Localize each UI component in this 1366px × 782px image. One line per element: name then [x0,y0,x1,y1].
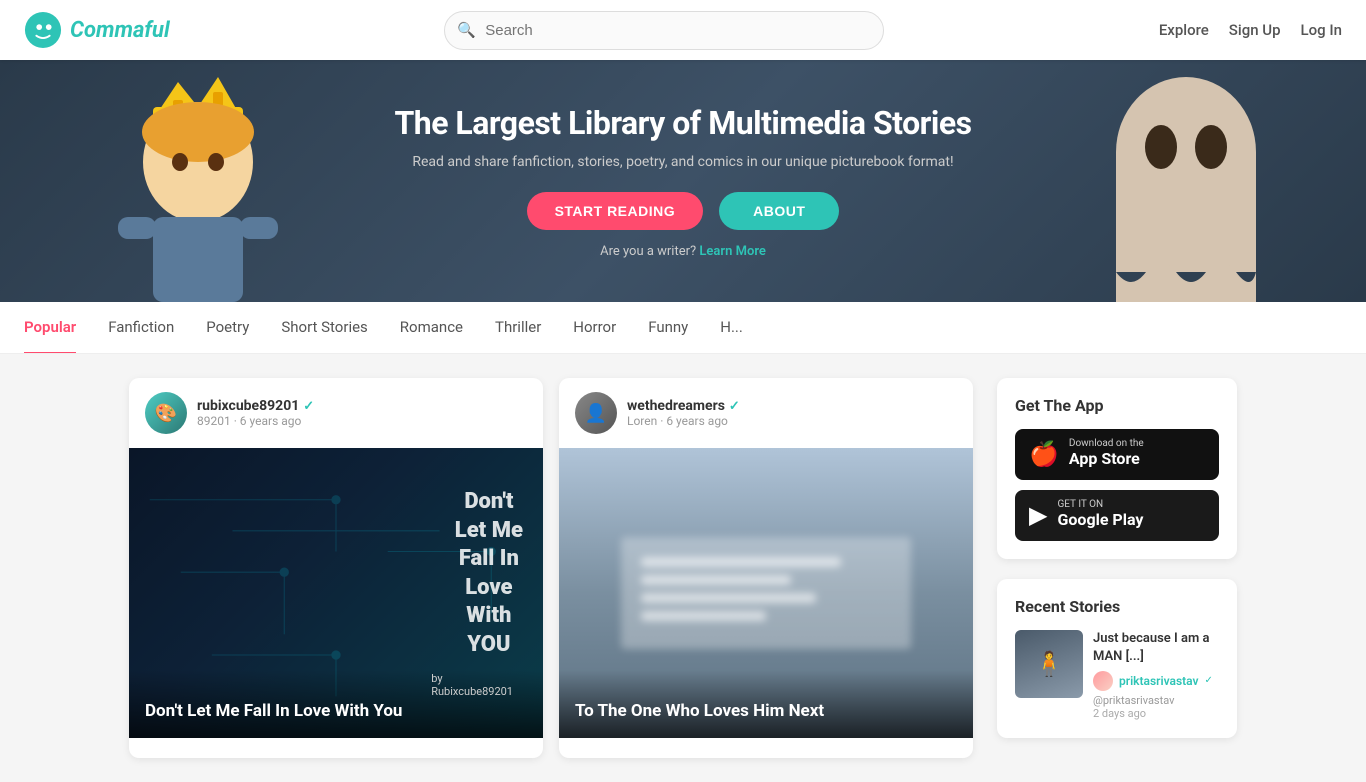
writer-prompt: Are you a writer? Learn More [394,244,971,259]
logo-text: Commaful [70,18,170,43]
card-meta-2: Loren · 6 years ago [627,414,957,428]
recent-verified-badge: ✓ [1205,675,1213,686]
stories-area: 🎨 rubixcube89201 ✓ 89201 · 6 years ago [129,378,973,758]
recent-author-name: priktasrivastav [1119,674,1199,688]
recent-avatar [1093,671,1113,691]
header-nav: Explore Sign Up Log In [1159,21,1342,39]
story-image-1[interactable]: Don't Let Me Fall In Love With You Don't… [129,448,543,738]
app-store-button[interactable]: 🍎 Download on the App Store [1015,429,1219,480]
avatar-2: 👤 [575,392,617,434]
story-card-1: 🎨 rubixcube89201 ✓ 89201 · 6 years ago [129,378,543,758]
sidebar: Get The App 🍎 Download on the App Store … [997,378,1237,758]
search-input[interactable] [444,11,884,50]
category-romance[interactable]: Romance [400,302,463,354]
logo[interactable]: Commaful [24,11,170,49]
search-bar: 🔍 [444,11,884,50]
card-header-1: 🎨 rubixcube89201 ✓ 89201 · 6 years ago [129,378,543,448]
recent-handle: @priktasrivastav [1093,694,1219,707]
verified-badge-2: ✓ [729,399,740,414]
category-nav: Popular Fanfiction Poetry Short Stories … [0,302,1366,354]
category-poetry[interactable]: Poetry [206,302,249,354]
card-meta-1: 89201 · 6 years ago [197,414,527,428]
hero-content: The Largest Library of Multimedia Storie… [394,104,971,259]
start-reading-button[interactable]: START READING [527,192,704,230]
apple-icon: 🍎 [1029,440,1059,468]
explore-link[interactable]: Explore [1159,21,1209,39]
hero-buttons: START READING ABOUT [394,192,971,230]
recent-story-title: Just because I am a MAN [...] [1093,630,1219,666]
app-download-section: Get The App 🍎 Download on the App Store … [997,378,1237,559]
username-1: rubixcube89201 ✓ [197,398,527,414]
story-image-2[interactable]: To The One Who Loves Him Next [559,448,973,738]
recent-stories-title: Recent Stories [1015,597,1219,616]
google-play-button[interactable]: ▶ GET IT ON Google Play [1015,490,1219,541]
login-link[interactable]: Log In [1301,21,1342,39]
main-content: 🎨 rubixcube89201 ✓ 89201 · 6 years ago [113,378,1253,758]
category-thriller[interactable]: Thriller [495,302,541,354]
hero-title: The Largest Library of Multimedia Storie… [394,104,971,142]
app-section-title: Get The App [1015,396,1219,415]
header: Commaful 🔍 Explore Sign Up Log In [0,0,1366,60]
recent-story-item[interactable]: 🧍 Just because I am a MAN [...] priktasr… [1015,630,1219,720]
category-horror[interactable]: Horror [573,302,616,354]
verified-badge-1: ✓ [303,399,314,414]
recent-thumb: 🧍 [1015,630,1083,698]
category-short-stories[interactable]: Short Stories [281,302,367,354]
recent-time: 2 days ago [1093,707,1219,720]
category-fanfiction[interactable]: Fanfiction [108,302,174,354]
hero-banner: The Largest Library of Multimedia Storie… [0,60,1366,302]
logo-icon [24,11,62,49]
learn-more-link[interactable]: Learn More [699,244,765,259]
recent-stories-section: Recent Stories 🧍 Just because I am a MAN… [997,579,1237,738]
username-2: wethedreamers ✓ [627,398,957,414]
hero-subtitle: Read and share fanfiction, stories, poet… [394,154,971,170]
category-more[interactable]: H... [720,302,743,354]
avatar-1: 🎨 [145,392,187,434]
princess-character [98,62,298,302]
story-title-2: To The One Who Loves Him Next [559,670,973,738]
card-header-2: 👤 wethedreamers ✓ Loren · 6 years ago [559,378,973,448]
category-popular[interactable]: Popular [24,302,76,354]
about-button[interactable]: ABOUT [719,192,839,230]
search-icon: 🔍 [457,21,476,39]
story-card-2: 👤 wethedreamers ✓ Loren · 6 years ago [559,378,973,758]
category-funny[interactable]: Funny [648,302,688,354]
google-play-icon: ▶ [1029,501,1047,529]
ghost-character [1096,62,1276,302]
signup-link[interactable]: Sign Up [1229,21,1281,39]
